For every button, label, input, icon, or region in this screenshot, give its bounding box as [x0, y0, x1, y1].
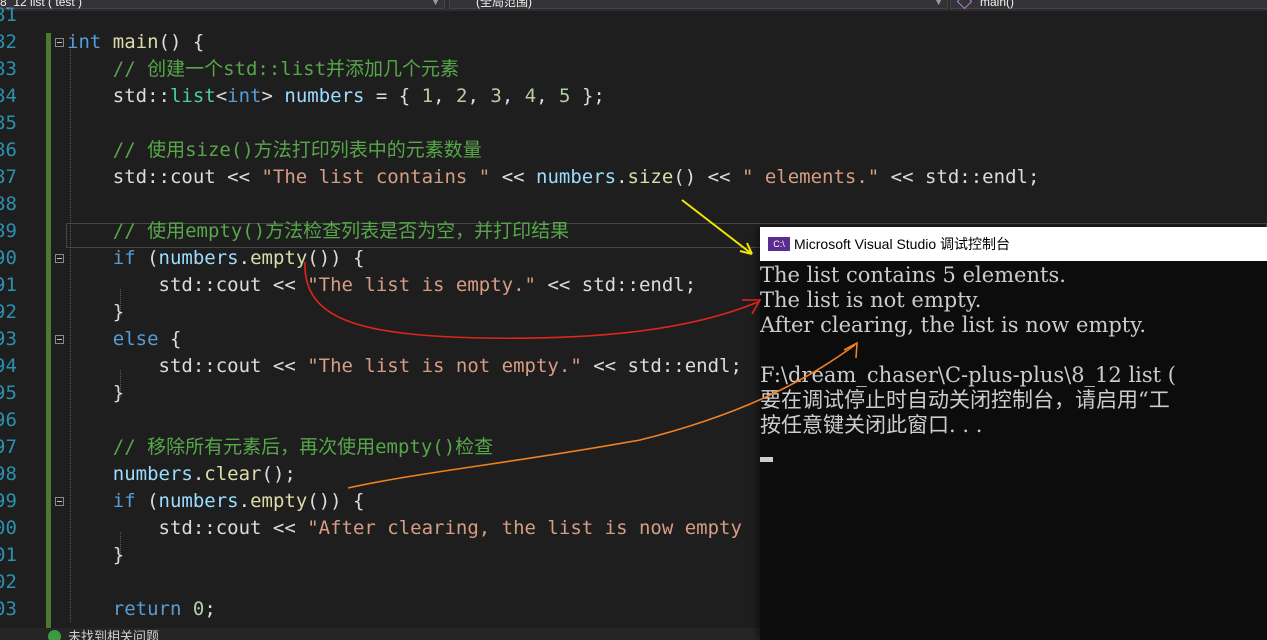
- yellow-arrow: [681, 199, 753, 255]
- annotation-arrows: [304, 199, 858, 489]
- red-arrow: [304, 261, 762, 340]
- orange-arrow: [347, 341, 858, 489]
